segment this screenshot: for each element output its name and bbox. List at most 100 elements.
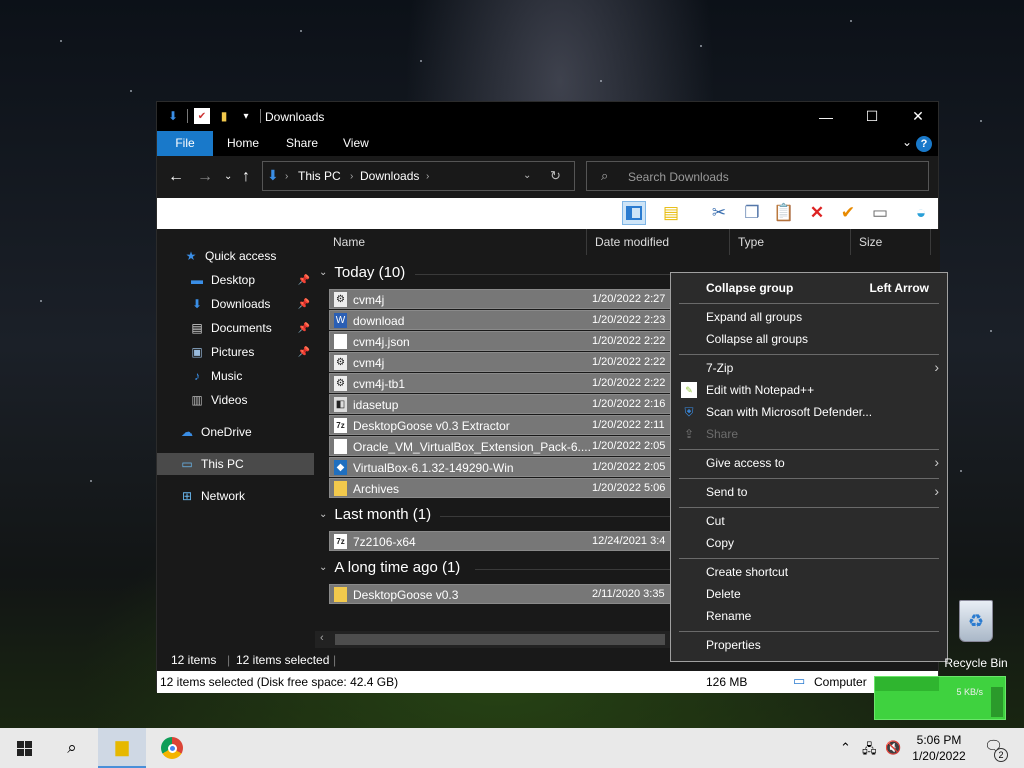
nav-label: This PC [201,457,244,471]
network-tray-icon[interactable]: 🖧 [862,740,877,762]
widget-scroll[interactable] [991,687,1003,717]
nav-downloads[interactable]: ⬇ Downloads 📌 [157,293,314,315]
network-icon: ⊞ [181,489,193,503]
nav-videos[interactable]: ▥ Videos [157,389,314,411]
nav-music[interactable]: ♪ Music [157,365,314,387]
nav-pictures[interactable]: ▣ Pictures 📌 [157,341,314,363]
rename-icon[interactable]: ▭ [868,201,892,225]
scrollbar-thumb[interactable] [335,634,665,645]
checkmark-icon[interactable]: ✔ [836,201,860,225]
tab-view[interactable]: View [343,131,369,156]
tab-home[interactable]: Home [227,131,259,156]
tab-share[interactable]: Share [286,131,318,156]
nav-documents[interactable]: ▤ Documents 📌 [157,317,314,339]
menu-label: Share [706,427,739,441]
group-title: Last month (1) [334,506,432,523]
maximize-button[interactable]: ☐ [849,102,895,131]
file-date: 1/20/2022 2:22 [592,335,666,347]
notification-count: 2 [994,748,1008,762]
menu-item-expand-all[interactable]: Expand all groups [671,306,947,328]
up-arrow-icon[interactable]: ↑ [242,168,250,186]
address-dropdown-icon[interactable]: ⌄ [523,170,531,181]
ribbon-tabs: File Home Share View ⌄ ? [157,131,938,156]
copy-icon[interactable]: ❐ [740,201,764,225]
nav-this-pc[interactable]: ▭ This PC [157,453,314,475]
tab-file[interactable]: File [157,131,213,156]
nav-label: Music [211,369,243,383]
customize-qat-icon[interactable]: ▾ [238,108,254,124]
title-bar[interactable]: ⬇ ✔ ▮ ▾ Downloads — ☐ ✕ [157,102,938,131]
menu-item-scan-defender[interactable]: ⛨ Scan with Microsoft Defender... [671,401,947,423]
search-icon[interactable]: ⌕ [48,728,96,768]
menu-item-rename[interactable]: Rename [671,605,947,627]
nav-desktop[interactable]: ▬ Desktop 📌 [157,269,314,291]
group-header-long-ago[interactable]: ⌄ A long time ago (1) [319,559,460,576]
pin-icon[interactable]: 📌 [298,299,310,310]
menu-item-send-to[interactable]: Send to › [671,481,947,503]
properties-icon[interactable]: ✔ [194,108,210,124]
file-explorer-icon[interactable]: ▆ [98,728,146,768]
menu-item-copy[interactable]: Copy [671,532,947,554]
refresh-icon[interactable]: ↻ [550,168,561,184]
paste-icon[interactable]: 📋 [772,201,796,225]
close-button[interactable]: ✕ [895,102,941,131]
menu-separator [679,303,939,304]
search-box[interactable]: ⌕ Search Downloads [586,161,929,191]
breadcrumb-this-pc[interactable]: This PC [298,169,341,183]
folder-icon [334,481,347,496]
scroll-left-icon[interactable]: ‹ [320,632,324,644]
cut-icon[interactable]: ✂ [707,201,731,225]
chrome-icon[interactable] [148,728,196,768]
menu-item-share[interactable]: ⇪ Share [671,423,947,445]
chevron-down-icon: ⌄ [319,509,328,520]
column-name[interactable]: Name [315,229,587,255]
help-icon[interactable]: ? [916,136,932,152]
menu-item-collapse-all[interactable]: Collapse all groups [671,328,947,350]
nav-onedrive[interactable]: ☁ OneDrive [157,421,314,443]
menu-item-create-shortcut[interactable]: Create shortcut [671,561,947,583]
menu-item-give-access[interactable]: Give access to › [671,452,947,474]
menu-item-cut[interactable]: Cut [671,510,947,532]
group-header-today[interactable]: ⌄ Today (10) [319,264,405,281]
group-header-last-month[interactable]: ⌄ Last month (1) [319,506,431,523]
nav-network[interactable]: ⊞ Network [157,485,314,507]
address-bar[interactable]: ⬇ › This PC › Downloads › ⌄ ↻ [262,161,575,191]
back-arrow-icon[interactable]: ← [168,168,184,186]
pin-icon[interactable]: 📌 [298,323,310,334]
menu-separator [679,631,939,632]
menu-item-edit-notepad[interactable]: ✎ Edit with Notepad++ [671,379,947,401]
chevron-right-icon: › [426,171,430,182]
column-date-modified[interactable]: Date modified [587,229,730,255]
menu-separator [679,558,939,559]
pin-icon[interactable]: 📌 [298,347,310,358]
desktop-icon: ▬ [191,273,203,287]
menu-item-7zip[interactable]: 7-Zip › [671,357,947,379]
delete-icon[interactable]: ✕ [805,201,829,225]
start-button[interactable] [0,728,48,768]
minimize-button[interactable]: — [803,102,849,131]
column-size[interactable]: Size [851,229,931,255]
forward-arrow-icon[interactable]: → [197,168,213,186]
file-name: 7z2106-x64 [353,535,416,549]
pin-icon[interactable]: 📌 [298,275,310,286]
clock-time: 5:06 PM [916,733,962,747]
network-monitor-widget[interactable]: 5 KB/s [874,676,1006,720]
recent-locations-icon[interactable]: ⌄ [224,171,232,182]
column-type[interactable]: Type [730,229,851,255]
new-folder-icon[interactable]: ▮ [216,108,232,124]
preview-pane-icon[interactable] [622,201,646,225]
show-hidden-icons-icon[interactable]: ⌃ [840,740,851,756]
breadcrumb-downloads[interactable]: Downloads [360,169,419,183]
expand-ribbon-icon[interactable]: ⌄ [902,135,912,149]
nav-quick-access[interactable]: ★ Quick access [157,245,314,267]
file-date: 1/20/2022 2:23 [592,314,666,326]
volume-muted-icon[interactable]: 🔇 [885,740,901,756]
clock[interactable]: 5:06 PM 1/20/2022 [904,732,974,764]
menu-item-collapse-group[interactable]: Collapse group Left Arrow [671,277,947,299]
new-folder-menu-icon[interactable]: ▤ [659,201,683,225]
menu-label: Expand all groups [706,310,803,324]
recycle-bin-shortcut[interactable]: ♻ Recycle Bin [944,600,1008,670]
menu-item-properties[interactable]: Properties [671,634,947,656]
shell-icon[interactable]: ◒ [909,201,933,225]
menu-item-delete[interactable]: Delete [671,583,947,605]
